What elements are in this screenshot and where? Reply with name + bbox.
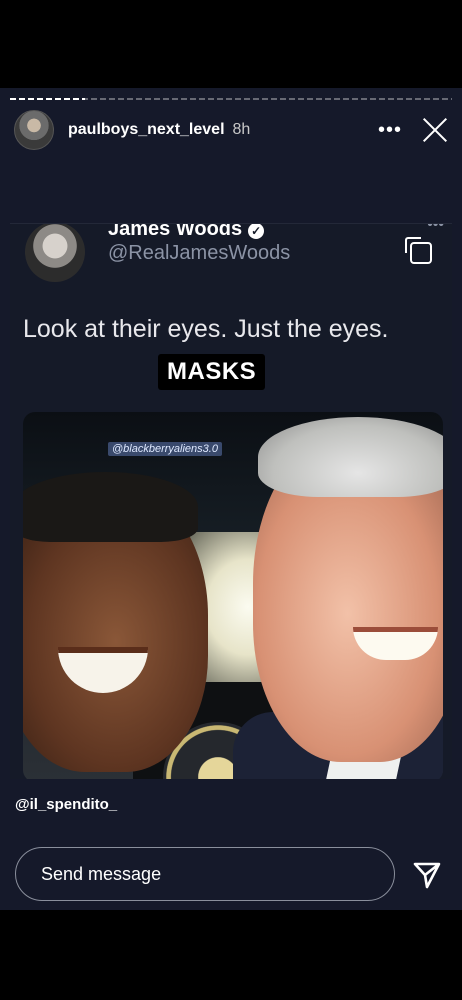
verified-badge-icon: ✓ [248,224,265,239]
more-options-button[interactable]: ••• [378,119,402,142]
story-credit[interactable]: @il_spendito_ [15,796,117,813]
tweet-handle: @RealJamesWoods [108,242,291,264]
copy-icon [405,237,432,264]
story-username[interactable]: paulboys_next_level [68,121,225,139]
left-person-hair [23,472,198,542]
tweet-author-name-text: James Woods [108,223,243,240]
send-icon[interactable] [412,860,442,890]
tweet-photo: @blackberryaliens3.0 [23,412,443,779]
close-icon[interactable] [422,117,448,143]
story-time: 8h [232,121,251,138]
avatar[interactable] [14,110,54,150]
tweet-more-icon: ••• [427,223,444,233]
story-progress-bar [10,98,452,100]
story-progress-fill [10,98,86,100]
tweet-card: James Woods ✓ @RealJamesWoods ••• Look at… [10,223,452,779]
image-watermark: @blackberryaliens3.0 [108,442,222,456]
tweet-avatar [25,224,85,282]
tweet-text: Look at their eyes. Just the eyes. [23,315,389,343]
right-person-hair [258,417,443,497]
message-input[interactable] [16,848,394,900]
tweet-author-name: James Woods ✓ [108,223,265,241]
story-header: paulboys_next_level 8h ••• [14,110,448,150]
send-message-field[interactable] [15,847,395,901]
masks-sticker: MASKS [158,354,266,390]
story-view: paulboys_next_level 8h ••• James Woods ✓ … [0,88,462,910]
